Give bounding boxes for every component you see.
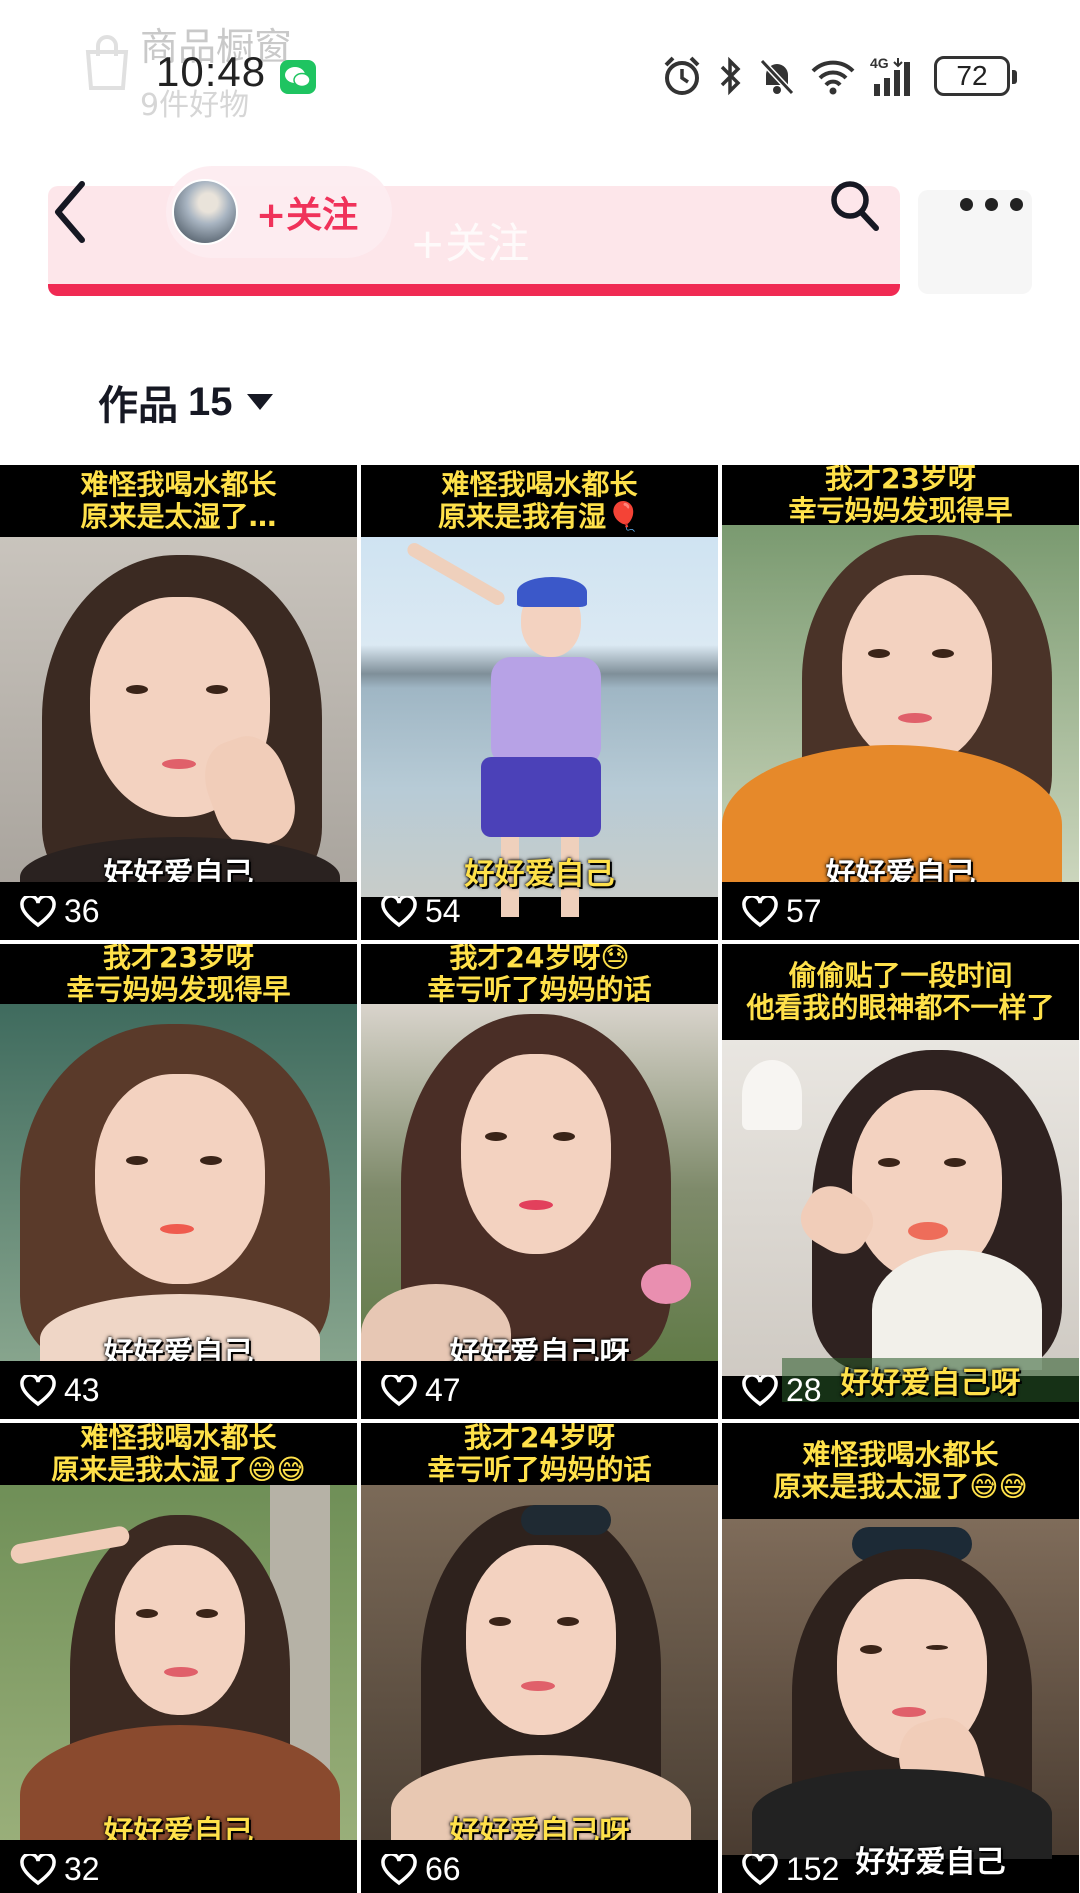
video-thumbnail	[361, 1004, 718, 1384]
heart-icon	[20, 895, 56, 927]
video-thumbnail	[722, 1519, 1079, 1859]
caption-line-2: 幸亏听了妈妈的话	[427, 973, 652, 1006]
mute-icon	[759, 58, 795, 96]
video-thumbnail	[0, 537, 357, 917]
cellular-signal-icon: 4G	[870, 55, 910, 96]
like-count-value: 47	[425, 1372, 461, 1408]
caption-line-2: 原来是我有湿🎈	[438, 500, 641, 533]
wechat-icon	[280, 60, 316, 94]
video-card[interactable]: 难怪我喝水都长 原来是我有湿🎈 好好爱自己 54	[361, 465, 718, 940]
caption-line-1: 难怪我喝水都长	[80, 1423, 277, 1454]
like-count: 152	[742, 1851, 839, 1888]
video-thumbnail	[722, 1040, 1079, 1376]
follow-button[interactable]: +关注	[166, 166, 392, 258]
caption-line-2: 原来是太湿了…	[80, 500, 277, 533]
works-tab[interactable]: 作品 15	[98, 372, 273, 432]
video-card[interactable]: 难怪我喝水都长 原来是太湿了… 好好爱自己 36	[0, 465, 357, 940]
caption-line-1: 偷偷贴了一段时间	[788, 959, 1013, 992]
heart-icon	[381, 1374, 417, 1406]
like-count: 28	[742, 1372, 822, 1409]
like-count: 66	[381, 1851, 461, 1888]
battery-icon: 72	[934, 56, 1017, 96]
video-caption: 我才24岁呀😓 幸亏听了妈妈的话	[361, 944, 718, 1006]
video-caption: 我才23岁呀 幸亏妈妈发现得早	[0, 944, 357, 1006]
heart-icon	[20, 1853, 56, 1885]
back-icon[interactable]	[46, 176, 96, 248]
video-thumbnail	[722, 525, 1079, 905]
video-thumbnail	[0, 1485, 357, 1865]
video-thumbnail	[361, 1485, 718, 1865]
like-count-value: 32	[64, 1851, 100, 1887]
heart-icon	[742, 1853, 778, 1885]
video-caption: 偷偷贴了一段时间 他看我的眼神都不一样了	[722, 944, 1079, 1040]
like-count-value: 66	[425, 1851, 461, 1887]
like-count: 47	[381, 1372, 461, 1409]
caption-line-1: 难怪我喝水都长	[80, 468, 277, 501]
heart-icon	[381, 1853, 417, 1885]
video-caption: 我才23岁呀 幸亏妈妈发现得早	[722, 465, 1079, 527]
video-thumbnail	[361, 537, 718, 917]
caption-line-2: 原来是我太湿了😅😅	[51, 1453, 306, 1486]
like-count: 43	[20, 1372, 100, 1409]
like-count: 54	[381, 893, 461, 930]
caption-line-1: 我才23岁呀	[103, 944, 254, 974]
video-card[interactable]: 偷偷贴了一段时间 他看我的眼神都不一样了 好好爱自己呀 28	[722, 944, 1079, 1419]
video-caption: 难怪我喝水都长 原来是太湿了…	[0, 465, 357, 537]
like-count-value: 57	[786, 893, 822, 929]
like-count: 57	[742, 893, 822, 930]
caption-line-2: 幸亏听了妈妈的话	[427, 1453, 652, 1486]
like-count-value: 36	[64, 893, 100, 929]
video-card[interactable]: 难怪我喝水都长 原来是我太湿了😅😅 好好爱自己 32	[0, 1423, 357, 1893]
works-count: 15	[188, 379, 233, 424]
video-caption: 难怪我喝水都长 原来是我太湿了😅😅	[722, 1423, 1079, 1519]
profile-header: +关注	[0, 158, 1080, 268]
caption-line-2: 他看我的眼神都不一样了	[746, 991, 1055, 1024]
video-caption: 难怪我喝水都长 原来是我太湿了😅😅	[0, 1423, 357, 1486]
video-card[interactable]: 我才23岁呀 幸亏妈妈发现得早 好好爱自己 57	[722, 465, 1079, 940]
video-card[interactable]: 难怪我喝水都长 原来是我太湿了😅😅 好好爱自己 152	[722, 1423, 1079, 1893]
video-caption: 难怪我喝水都长 原来是我有湿🎈	[361, 465, 718, 537]
bluetooth-icon	[720, 56, 741, 96]
video-caption: 我才24岁呀 幸亏听了妈妈的话	[361, 1423, 718, 1486]
more-icon[interactable]	[960, 192, 1032, 216]
video-card[interactable]: 我才24岁呀 幸亏听了妈妈的话 好好爱自己呀 66	[361, 1423, 718, 1893]
like-count-value: 152	[786, 1851, 840, 1887]
wifi-icon	[811, 60, 855, 95]
caption-line-1: 难怪我喝水都长	[802, 1438, 999, 1471]
caption-line-2: 幸亏妈妈发现得早	[66, 973, 291, 1006]
video-thumbnail	[0, 1004, 357, 1384]
like-count: 32	[20, 1851, 100, 1888]
avatar	[172, 179, 238, 245]
like-count-value: 28	[786, 1372, 822, 1408]
video-grid: 难怪我喝水都长 原来是太湿了… 好好爱自己 36 难怪我喝水都长 原来是我有湿🎈	[0, 465, 1080, 1893]
svg-text:4G: 4G	[870, 55, 889, 71]
like-count-value: 43	[64, 1372, 100, 1408]
works-label: 作品	[98, 383, 178, 429]
caret-down-icon	[246, 394, 273, 410]
status-icons: 4G 72	[662, 50, 1017, 102]
video-card[interactable]: 我才24岁呀😓 幸亏听了妈妈的话 好好爱自己呀 47	[361, 944, 718, 1419]
heart-icon	[742, 895, 778, 927]
like-count-value: 54	[425, 893, 461, 929]
caption-line-1: 我才24岁呀😓	[449, 944, 630, 974]
alarm-icon	[664, 56, 700, 95]
heart-icon	[381, 895, 417, 927]
heart-icon	[742, 1374, 778, 1406]
caption-line-1: 难怪我喝水都长	[441, 468, 638, 501]
like-count: 36	[20, 893, 100, 930]
heart-icon	[20, 1374, 56, 1406]
video-card[interactable]: 我才23岁呀 幸亏妈妈发现得早 好好爱自己 43	[0, 944, 357, 1419]
caption-line-1: 我才24岁呀	[464, 1423, 615, 1454]
caption-line-2: 原来是我太湿了😅😅	[773, 1470, 1028, 1503]
status-bar: 10:48 4G 72	[0, 30, 1080, 120]
status-time: 10:48	[156, 48, 267, 95]
search-icon[interactable]	[826, 176, 882, 236]
caption-line-1: 我才23岁呀	[825, 465, 976, 495]
follow-label: +关注	[256, 195, 359, 236]
caption-line-2: 幸亏妈妈发现得早	[788, 494, 1013, 527]
